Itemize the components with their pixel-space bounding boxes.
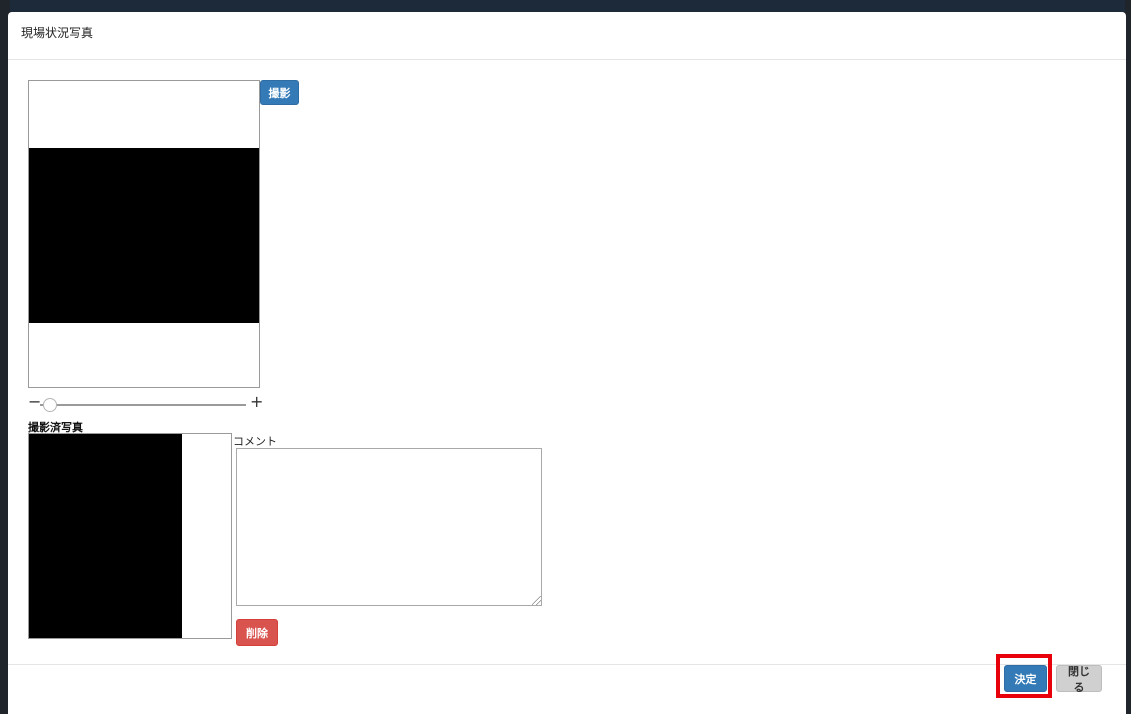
close-button[interactable]: 閉じる [1056,665,1102,694]
captured-photo-thumbnail[interactable] [28,433,232,639]
modal-header: 現場状況写真 [8,12,1126,60]
camera-feed [29,148,259,323]
comment-textarea[interactable] [236,448,542,606]
zoom-in-icon[interactable]: + [250,394,263,410]
delete-button[interactable]: 削除 [236,619,278,646]
modal-footer [8,664,1126,715]
modal-title: 現場状況写真 [21,26,94,40]
zoom-thumb[interactable] [43,398,58,412]
comment-label: コメント [233,435,277,448]
app-header-strip [0,0,1131,12]
capture-button[interactable]: 撮影 [260,80,299,105]
zoom-slider[interactable]: − + [28,394,263,413]
resize-grip-icon[interactable] [532,596,541,605]
photo-modal: 現場状況写真 撮影 − + 撮影済写真 コメント 削除 [8,12,1126,714]
camera-preview [28,80,260,388]
captured-photo-image [29,434,182,638]
highlight-box [996,654,1052,698]
zoom-out-icon[interactable]: − [28,394,41,410]
zoom-track[interactable] [40,404,246,406]
